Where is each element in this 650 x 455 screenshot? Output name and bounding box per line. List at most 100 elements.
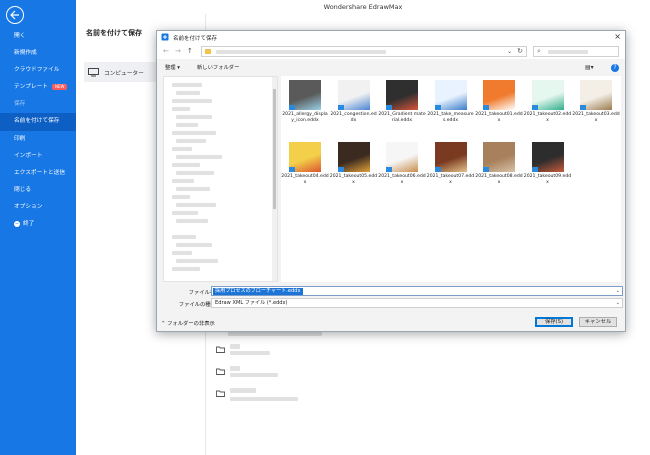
file-item[interactable]: 2021_allergy_display_icon.eddx — [281, 80, 329, 124]
blurred-item[interactable] — [176, 139, 206, 143]
chevron-down-icon[interactable]: ⌄ — [616, 299, 620, 307]
chevron-down-icon[interactable]: ⌄ — [616, 287, 620, 295]
file-name: 2021_takeout07.eddx — [426, 174, 475, 186]
view-options-icon[interactable]: ▤▾ — [585, 64, 594, 71]
file-thumbnail — [483, 142, 515, 172]
chevron-down-icon[interactable]: ⌄ — [507, 48, 512, 55]
sidebar-item-export[interactable]: エクスポートと送信 — [0, 165, 76, 182]
path-input[interactable]: ⌄ ↻ — [201, 46, 527, 57]
file-name: 2021_takeout06.eddx — [378, 174, 426, 186]
file-item[interactable]: 2021_takeout03.eddx — [572, 80, 620, 124]
new-folder-button[interactable]: 新しいフォルダー — [197, 63, 239, 71]
blurred-item[interactable] — [172, 211, 198, 215]
file-item[interactable]: 2021_takeout02.eddx — [524, 80, 572, 124]
eddx-badge-icon — [434, 105, 441, 110]
file-thumbnail — [434, 80, 467, 110]
blurred-text — [230, 397, 298, 401]
blurred-item[interactable] — [172, 195, 190, 199]
sidebar-item-options[interactable]: オプション — [0, 199, 76, 216]
forward-arrow-icon[interactable]: → — [175, 46, 181, 56]
scrollbar-thumb[interactable] — [273, 89, 276, 209]
blurred-item[interactable] — [172, 251, 192, 255]
window-title: Wondershare EdrawMax — [323, 3, 403, 11]
new-badge: NEW — [51, 83, 68, 90]
sidebar-item-open[interactable]: 開く — [0, 28, 76, 45]
folder-row[interactable] — [216, 330, 336, 344]
blurred-item[interactable] — [172, 99, 212, 103]
file-thumbnail — [483, 80, 515, 110]
filetype-select[interactable]: Edraw XML ファイル (*.eddx) ⌄ — [211, 298, 623, 308]
file-item[interactable]: 2021_takeout08.eddx — [475, 142, 523, 186]
sidebar-item-print[interactable]: 印刷 — [0, 131, 76, 148]
file-thumbnail — [289, 142, 321, 172]
filetype-value: Edraw XML ファイル (*.eddx) — [215, 300, 288, 306]
app-icon — [161, 33, 169, 41]
file-item[interactable]: 2021_takeout07.eddx — [427, 142, 475, 186]
back-arrow-icon[interactable]: ← — [163, 46, 169, 56]
eddx-badge-icon — [483, 105, 489, 110]
folder-row[interactable] — [216, 366, 336, 380]
sidebar-item-close[interactable]: 閉じる — [0, 182, 76, 199]
navigation-pane — [163, 76, 278, 282]
close-icon[interactable]: × — [614, 31, 621, 43]
blurred-item[interactable] — [176, 171, 214, 175]
blurred-item[interactable] — [172, 147, 192, 151]
blurred-path — [216, 50, 386, 54]
file-item[interactable]: 2021_takeout05.eddx — [330, 142, 378, 186]
blurred-item[interactable] — [172, 235, 196, 239]
blurred-item[interactable] — [176, 115, 212, 119]
blurred-item[interactable] — [176, 203, 216, 207]
save-button[interactable]: 保存(S) — [535, 317, 573, 327]
blurred-item[interactable] — [176, 259, 218, 263]
organize-button[interactable]: 整理 ▾ — [165, 63, 180, 71]
file-item[interactable]: 2021_takeout01.eddx — [475, 80, 523, 124]
folder-row[interactable] — [216, 388, 336, 402]
blurred-item[interactable] — [172, 179, 194, 183]
eddx-badge-icon — [386, 167, 392, 172]
sidebar-item-save[interactable]: 保存 — [0, 96, 76, 113]
blurred-item[interactable] — [172, 163, 200, 167]
sidebar-item-template[interactable]: テンプレート NEW — [0, 79, 76, 96]
folder-row[interactable] — [216, 344, 336, 358]
blurred-search — [548, 50, 588, 54]
up-arrow-icon[interactable]: ↑ — [187, 46, 193, 56]
file-name: 2021_takeout05.eddx — [329, 174, 378, 186]
file-name: 2021_takeout09.eddx — [523, 174, 572, 186]
search-input[interactable]: ⌕ — [533, 46, 619, 57]
blurred-item[interactable] — [176, 155, 222, 159]
sidebar-item-exit[interactable]: − 終了 — [0, 216, 76, 233]
filename-input[interactable]: 採用プロセスのフローチャート.eddx ⌄ — [211, 286, 623, 296]
scrollbar[interactable] — [272, 77, 277, 281]
hide-folders-toggle[interactable]: ⌃ フォルダーの非表示 — [161, 319, 215, 327]
blurred-item[interactable] — [176, 219, 208, 223]
blurred-item[interactable] — [176, 91, 200, 95]
sidebar-item-cloud[interactable]: クラウドファイル — [0, 62, 76, 79]
refresh-icon[interactable]: ↻ — [517, 47, 523, 55]
sidebar-item-import[interactable]: インポート — [0, 148, 76, 165]
blurred-item[interactable] — [172, 131, 216, 135]
file-item[interactable]: 2021_take_measures.eddx — [427, 80, 475, 124]
blurred-item[interactable] — [172, 107, 190, 111]
folder-icon — [216, 346, 225, 353]
file-item[interactable]: 2021_congestion.eddx — [330, 80, 378, 124]
blurred-item[interactable] — [176, 123, 198, 127]
file-name: 2021_allergy_display_icon.eddx — [282, 112, 328, 124]
cancel-button[interactable]: キャンセル — [579, 317, 617, 327]
back-button[interactable] — [6, 6, 24, 24]
blurred-text — [230, 388, 256, 393]
sidebar-item-new[interactable]: 新規作成 — [0, 45, 76, 62]
eddx-badge-icon — [289, 105, 295, 110]
file-item[interactable]: 2021_takeout04.eddx — [281, 142, 329, 186]
blurred-item[interactable] — [172, 83, 202, 87]
filename-row: ファイル名(N): 採用プロセスのフローチャート.eddx ⌄ — [157, 286, 625, 297]
help-icon[interactable]: ? — [611, 64, 619, 72]
blurred-item[interactable] — [176, 187, 210, 191]
sidebar-menu: 開く 新規作成 クラウドファイル テンプレート NEW 保存 名前を付けて保存 印… — [0, 28, 76, 233]
file-item[interactable]: 2021_Gradient material.eddx — [378, 80, 426, 124]
file-thumbnail — [337, 142, 370, 172]
blurred-item[interactable] — [172, 267, 200, 271]
file-item[interactable]: 2021_takeout06.eddx — [378, 142, 426, 186]
file-item[interactable]: 2021_takeout09.eddx — [524, 142, 572, 186]
blurred-item[interactable] — [176, 243, 212, 247]
sidebar-item-save-as[interactable]: 名前を付けて保存 — [0, 113, 76, 131]
